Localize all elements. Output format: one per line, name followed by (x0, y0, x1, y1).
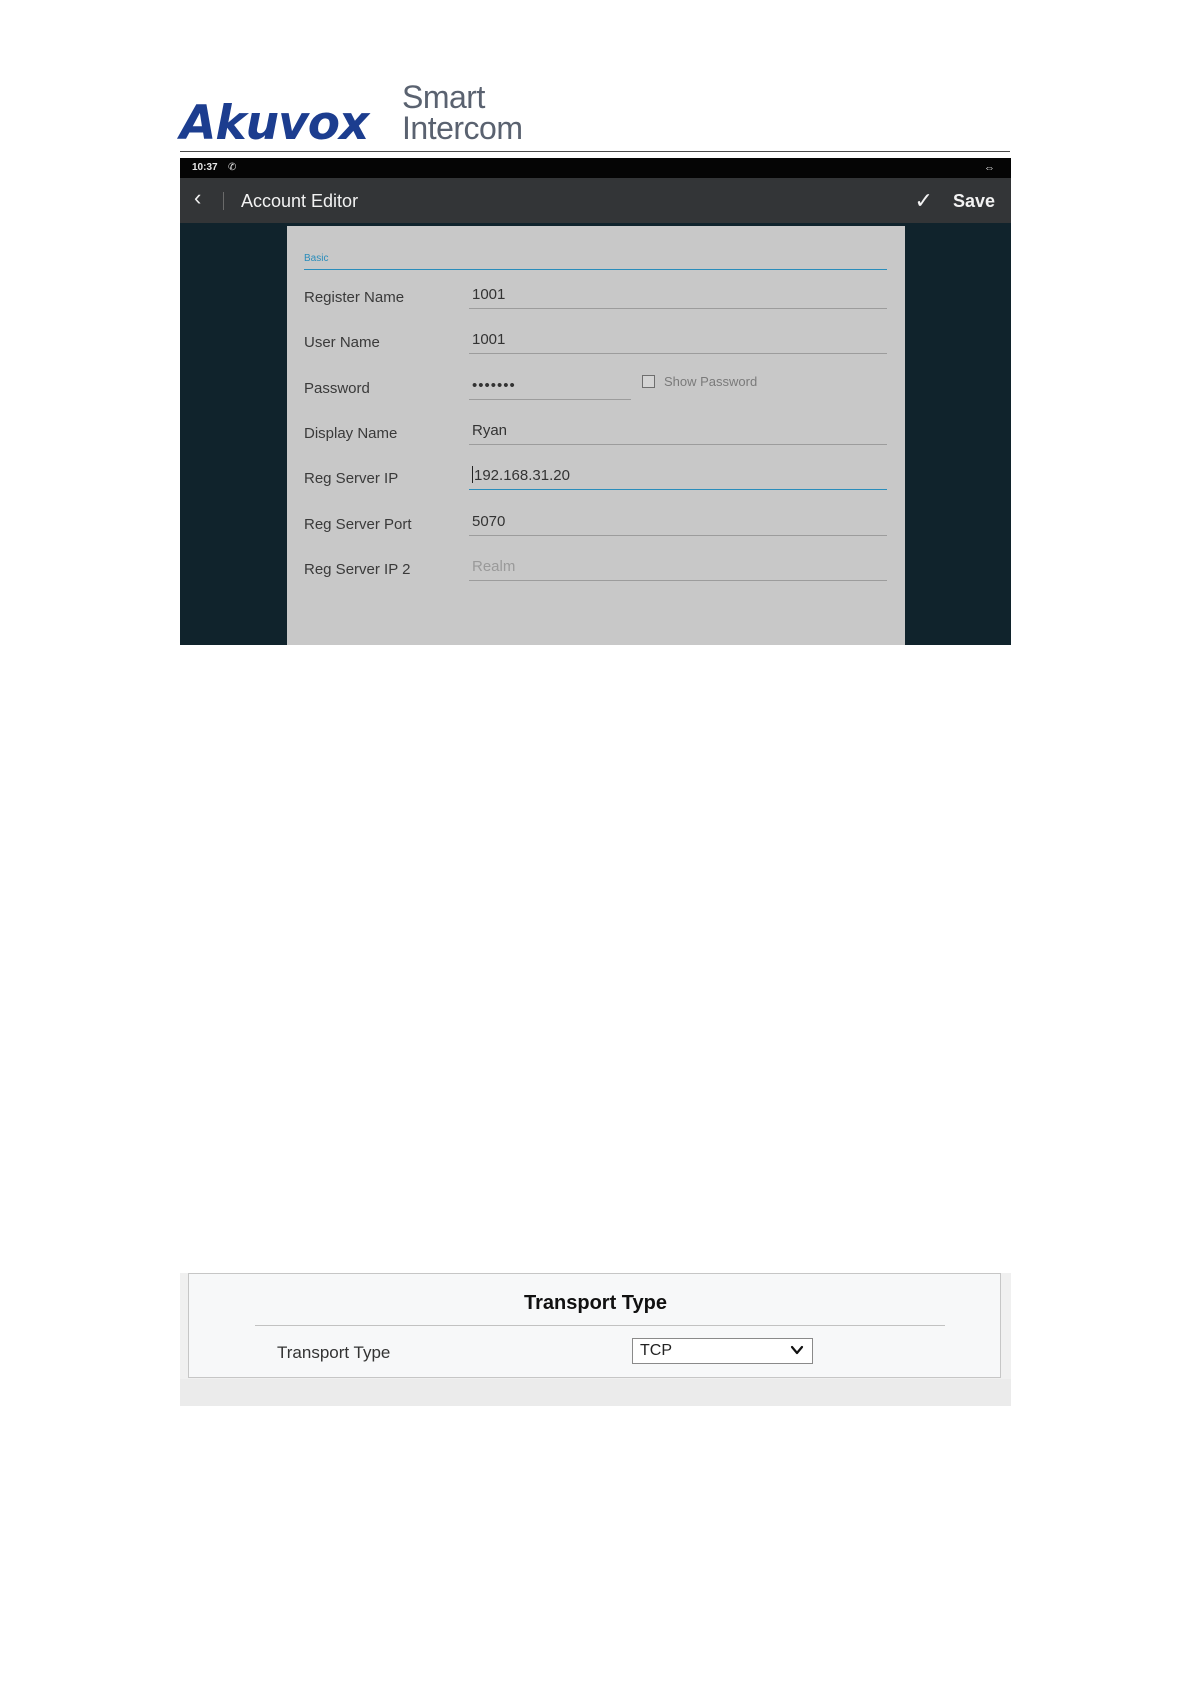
transport-type-card: Transport Type Transport Type TCP (188, 1273, 1001, 1378)
reg-server-port-field[interactable]: 5070 (469, 507, 887, 536)
transport-type-label: Transport Type (277, 1343, 391, 1362)
reg-server-port-row: Reg Server Port 5070 (304, 507, 887, 543)
reg-server-ip-2-row: Reg Server IP 2 Realm (304, 552, 887, 588)
chevron-down-icon (790, 1345, 804, 1355)
text-cursor (472, 466, 473, 483)
status-time: 10:37 (192, 162, 218, 173)
transport-type-screenshot: Transport Type Transport Type TCP (180, 1273, 1011, 1406)
reg-server-ip-2-label: Reg Server IP 2 (304, 561, 411, 578)
reg-server-ip-row: Reg Server IP 192.168.31.20 (304, 461, 887, 497)
account-form: Basic Register Name 1001 User Name 1001 … (287, 226, 905, 645)
reg-server-ip-2-field[interactable]: Realm (469, 552, 887, 581)
register-name-label: Register Name (304, 289, 405, 306)
user-name-label: User Name (304, 334, 380, 351)
user-name-field[interactable]: 1001 (469, 325, 887, 354)
header-divider (180, 151, 1010, 152)
password-row: Password ••••••• Show Password (304, 371, 887, 407)
reg-server-ip-value: 192.168.31.20 (474, 467, 570, 484)
transport-type-select[interactable]: TCP (632, 1338, 813, 1364)
register-name-row: Register Name 1001 (304, 280, 887, 316)
save-button[interactable]: ✓ Save (915, 188, 995, 214)
transport-type-value: TCP (640, 1342, 672, 1359)
bottom-strip (180, 1379, 1011, 1406)
logo-brand: Akuvox (180, 96, 369, 151)
account-editor-screenshot: 10:37 ✆ ⇔ ‹ Account Editor ✓ Save Basic … (180, 158, 1011, 645)
section-label-basic: Basic (304, 253, 329, 264)
phone-icon: ✆ (228, 162, 237, 173)
display-name-label: Display Name (304, 425, 398, 442)
show-password-toggle[interactable]: Show Password (642, 374, 757, 389)
password-field[interactable]: ••••••• (469, 371, 631, 400)
user-name-row: User Name 1001 (304, 325, 887, 361)
display-name-row: Display Name Ryan (304, 416, 887, 452)
reg-server-ip-label: Reg Server IP (304, 470, 399, 487)
app-bar: ‹ Account Editor ✓ Save (180, 178, 1011, 223)
logo-tagline-line1: Smart (402, 79, 485, 115)
logo-tagline: Smart Intercom (402, 79, 523, 146)
reg-server-ip-field[interactable]: 192.168.31.20 (469, 461, 887, 490)
transport-type-title: Transport Type (524, 1292, 667, 1314)
show-password-checkbox[interactable] (642, 375, 655, 388)
display-name-field[interactable]: Ryan (469, 416, 887, 445)
reg-server-port-label: Reg Server Port (304, 516, 412, 533)
page-title: Account Editor (241, 191, 359, 211)
section-divider (304, 269, 887, 270)
password-label: Password (304, 380, 370, 397)
show-password-label: Show Password (664, 374, 758, 389)
logo-tagline-line2: Intercom (402, 110, 523, 146)
transport-divider (255, 1325, 945, 1326)
checkmark-icon: ✓ (914, 188, 933, 213)
register-name-field[interactable]: 1001 (469, 280, 887, 309)
app-bar-divider (223, 192, 224, 210)
save-label: Save (952, 190, 995, 211)
status-bar: 10:37 ✆ ⇔ (180, 158, 1011, 178)
link-arrows-icon: ⇔ (984, 162, 995, 174)
chevron-left-icon[interactable]: ‹ (194, 187, 201, 209)
akuvox-logo: Akuvox Smart Intercom (180, 79, 1010, 156)
